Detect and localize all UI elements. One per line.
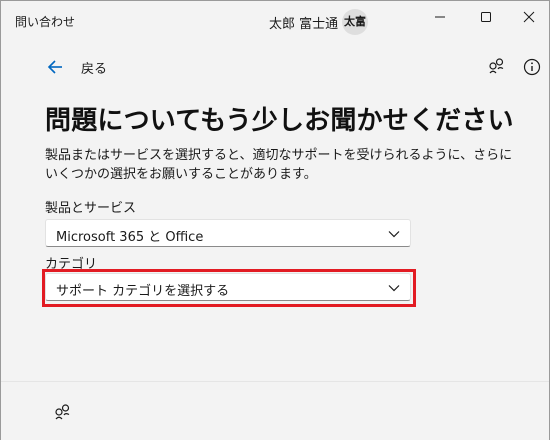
info-button[interactable] <box>522 57 542 77</box>
page-description: 製品またはサービスを選択すると、適切なサポートを受けられるように、さらにいくつか… <box>45 148 513 182</box>
arrow-left-icon <box>47 60 62 74</box>
chevron-down-icon <box>388 231 400 238</box>
product-select[interactable]: Microsoft 365 と Office <box>45 219 411 247</box>
back-button[interactable] <box>41 53 71 81</box>
avatar[interactable]: 太富 <box>342 9 368 35</box>
share-icon <box>489 58 504 74</box>
back-label[interactable]: 戻る <box>81 58 107 77</box>
share-icon <box>55 404 70 420</box>
footer-share-button[interactable] <box>53 403 73 423</box>
product-select-value: Microsoft 365 と Office <box>56 230 204 245</box>
page-title: 問題についてもう少しお聞かせください <box>45 106 514 136</box>
share-button[interactable] <box>487 57 507 77</box>
product-field-label: 製品とサービス <box>45 201 137 216</box>
minimize-icon <box>435 16 445 18</box>
highlight-box <box>42 269 416 307</box>
app-title: 問い合わせ <box>15 15 76 29</box>
maximize-icon <box>481 12 491 22</box>
user-name: 太郎 富士通 <box>269 17 339 32</box>
maximize-button[interactable] <box>463 1 509 33</box>
minimize-button[interactable] <box>417 1 463 33</box>
app-window: 問い合わせ 太郎 富士通 太富 戻る 問題についてもう少しお聞かせください 製品… <box>0 0 550 440</box>
title-bar: 問い合わせ 太郎 富士通 太富 <box>1 1 549 41</box>
close-icon <box>523 11 535 23</box>
footer-bar <box>1 381 549 440</box>
close-button[interactable] <box>506 1 550 33</box>
info-icon <box>523 58 541 76</box>
